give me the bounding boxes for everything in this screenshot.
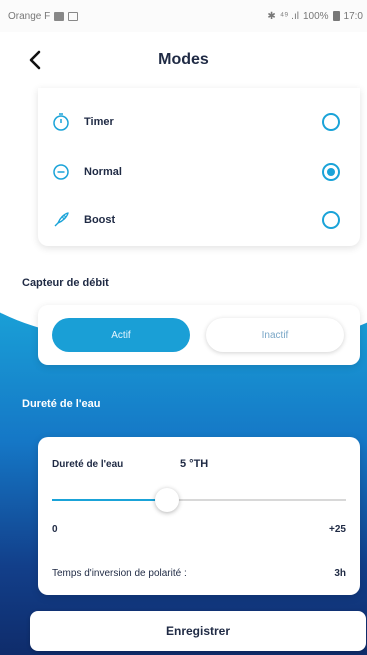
notification-icon: [54, 11, 65, 21]
flow-sensor-active-button[interactable]: Actif: [52, 318, 190, 352]
page-title: Modes: [158, 51, 209, 68]
signal-indicator: ⁴⁹ .ıl: [279, 10, 299, 22]
mode-option-normal[interactable]: Normal: [38, 152, 360, 192]
water-hardness-card: Dureté de l'eau 5 °TH 0 +25 Temps d'inve…: [38, 437, 360, 595]
bluetooth-icon: ✱: [267, 10, 276, 22]
mode-label-boost: Boost: [84, 214, 116, 226]
radio-timer[interactable]: [322, 113, 340, 131]
status-bar: Orange F ✱ ⁴⁹ .ıl 100% 17:0: [0, 0, 367, 32]
status-left: Orange F: [8, 10, 79, 22]
battery-level: 100%: [302, 10, 329, 22]
screen-icon: [68, 11, 79, 21]
polarity-label: Temps d'inversion de polarité :: [52, 568, 187, 579]
slider-max-label: +25: [329, 524, 346, 535]
mode-label-normal: Normal: [84, 166, 122, 178]
flow-sensor-title: Capteur de débit: [22, 277, 109, 289]
radio-boost[interactable]: [322, 211, 340, 229]
mode-option-timer[interactable]: Timer: [38, 102, 360, 142]
mode-option-boost[interactable]: Boost: [38, 200, 360, 240]
stopwatch-icon: [50, 111, 72, 133]
water-hardness-label: Dureté de l'eau: [52, 459, 124, 470]
clock: 17:0: [343, 10, 363, 22]
app-header: Modes: [0, 32, 367, 88]
slider-fill: [52, 499, 167, 501]
water-hardness-value: 5 °TH: [180, 458, 209, 470]
radio-normal[interactable]: [322, 163, 340, 181]
battery-icon: [332, 11, 340, 21]
minus-circle-icon: [50, 161, 72, 183]
polarity-value: 3h: [334, 568, 346, 579]
water-hardness-section-title: Dureté de l'eau: [22, 398, 101, 410]
chevron-left-icon: [29, 50, 41, 70]
back-button[interactable]: [24, 48, 48, 72]
rocket-icon: [50, 209, 72, 231]
status-right: ✱ ⁴⁹ .ıl 100% 17:0: [267, 11, 363, 22]
mode-label-timer: Timer: [84, 116, 114, 128]
flow-sensor-card: Actif Inactif: [38, 305, 360, 365]
save-button[interactable]: Enregistrer: [30, 611, 366, 651]
slider-thumb[interactable]: [155, 488, 179, 512]
modes-card: Timer Normal Boost: [38, 88, 360, 246]
water-hardness-slider[interactable]: [52, 488, 346, 512]
slider-min-label: 0: [52, 524, 58, 535]
carrier-name: Orange F: [8, 10, 51, 22]
flow-sensor-inactive-button[interactable]: Inactif: [206, 318, 344, 352]
